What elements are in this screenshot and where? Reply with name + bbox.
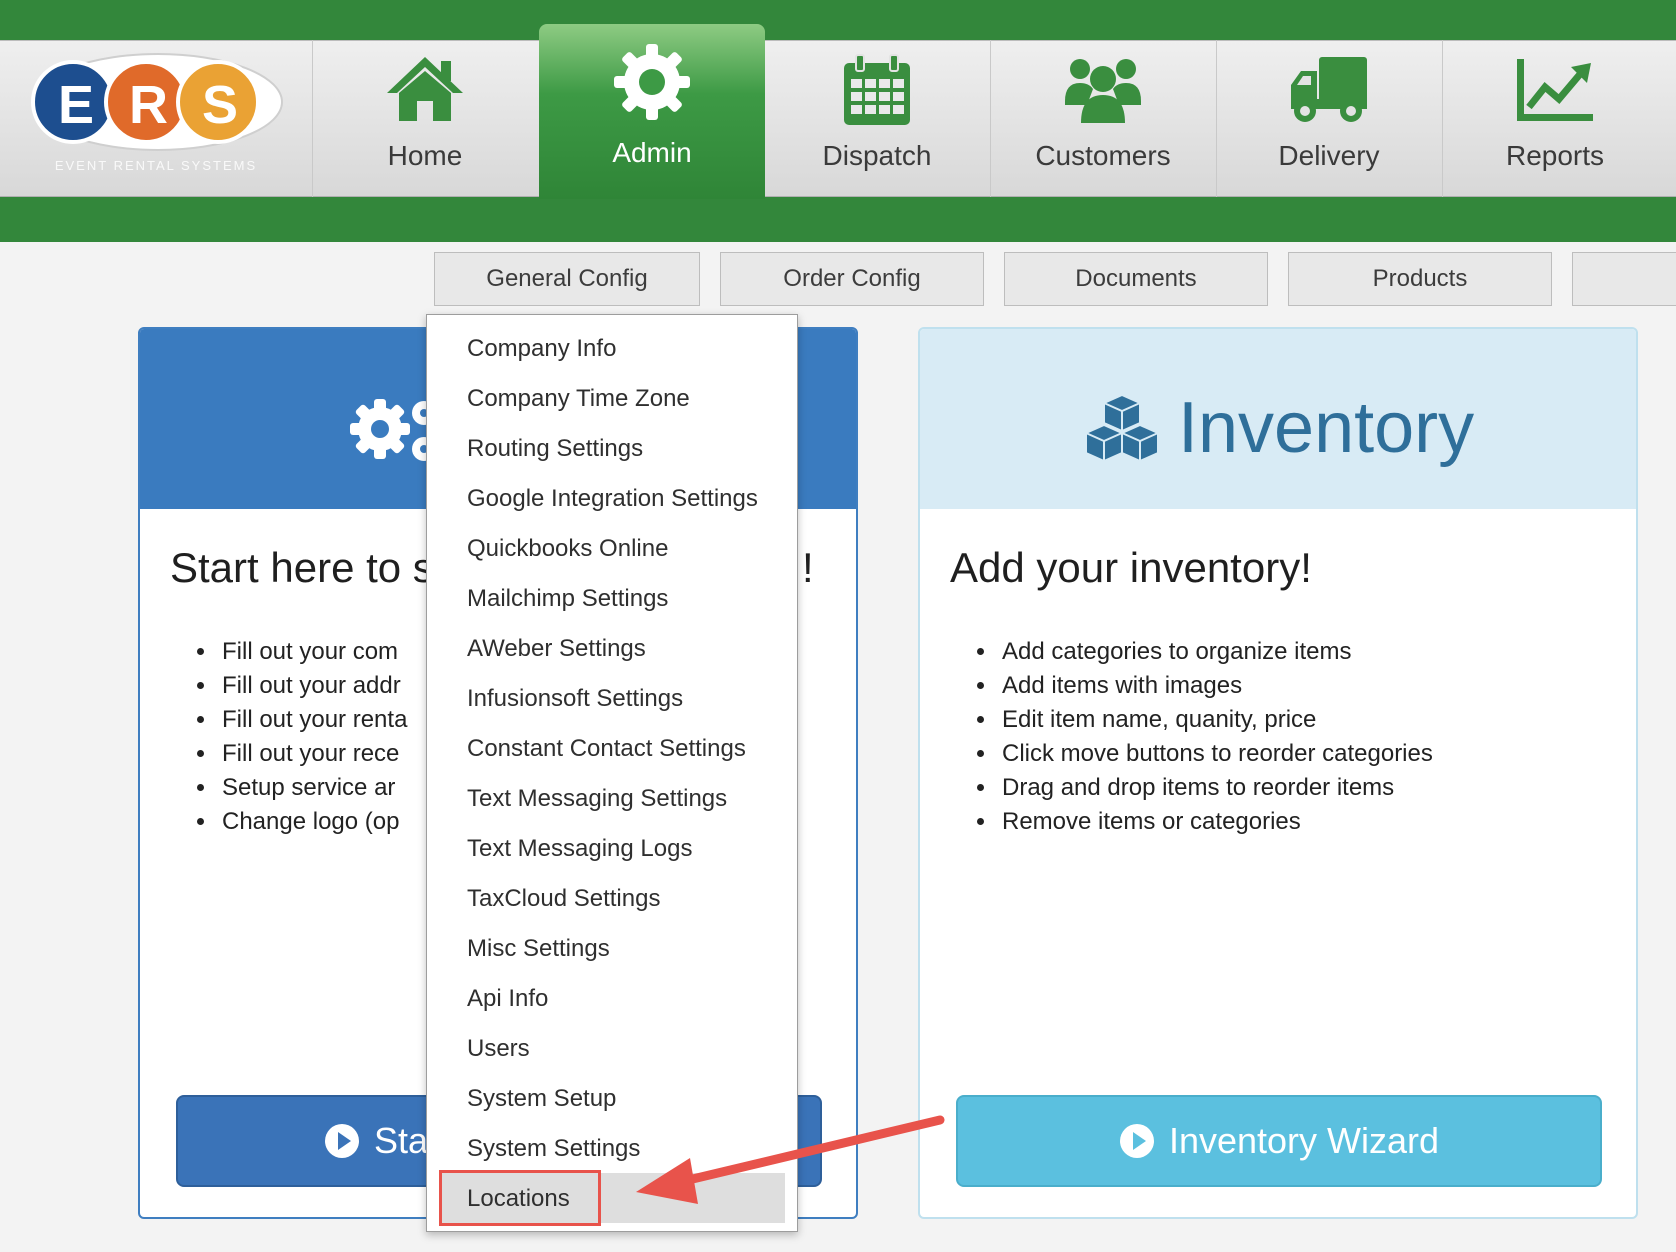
menu-item-system-settings[interactable]: System Settings — [467, 1135, 640, 1163]
setup-wizard-button-label: Sta — [374, 1120, 429, 1161]
truck-icon — [1216, 50, 1442, 130]
menu-item-infusionsoft-settings[interactable]: Infusionsoft Settings — [467, 685, 683, 713]
list-item: Add items with images — [998, 669, 1433, 703]
list-item: Setup service ar — [218, 771, 407, 805]
logo-letter-s: S — [202, 75, 239, 135]
list-item: Fill out your addr — [218, 669, 407, 703]
nav-customers[interactable]: Customers — [990, 40, 1216, 197]
nav-reports[interactable]: Reports — [1442, 40, 1668, 197]
nav-home[interactable]: Home — [312, 40, 538, 197]
calendar-icon — [764, 50, 990, 130]
nav-admin[interactable]: Admin — [539, 24, 765, 199]
logo-letter-e: E — [58, 75, 95, 135]
gear-icon — [539, 42, 765, 122]
subtab-more[interactable] — [1572, 252, 1676, 306]
list-item: Remove items or categories — [998, 805, 1433, 839]
nav-dispatch[interactable]: Dispatch — [764, 40, 990, 197]
subtab-general-config[interactable]: General Config — [434, 252, 700, 306]
nav-dispatch-label: Dispatch — [822, 140, 932, 171]
cubes-icon — [1084, 393, 1160, 466]
logo-letter-r: R — [129, 75, 168, 135]
nav-delivery[interactable]: Delivery — [1216, 40, 1442, 197]
list-item: Click move buttons to reorder categories — [998, 737, 1433, 771]
inventory-wizard-button-label: Inventory Wizard — [1168, 1120, 1440, 1161]
nav-reports-label: Reports — [1505, 140, 1605, 171]
line-chart-icon — [1442, 50, 1668, 130]
setup-card-title: Start here to s — [170, 544, 434, 591]
menu-item-company-time-zone[interactable]: Company Time Zone — [467, 385, 690, 413]
setup-card-title-end: ! — [802, 544, 814, 591]
menu-item-text-messaging-settings[interactable]: Text Messaging Settings — [467, 785, 727, 813]
menu-item-system-setup[interactable]: System Setup — [467, 1085, 616, 1113]
list-item: Edit item name, quanity, price — [998, 703, 1433, 737]
inventory-card-title: Add your inventory! — [950, 544, 1312, 591]
list-item: Fill out your com — [218, 635, 407, 669]
nav-admin-label: Admin — [612, 137, 692, 168]
menu-item-misc-settings[interactable]: Misc Settings — [467, 935, 610, 963]
gears-icon — [348, 391, 438, 476]
list-item: Change logo (op — [218, 805, 407, 839]
inventory-card-header: Inventory — [920, 329, 1636, 509]
list-item: Fill out your renta — [218, 703, 407, 737]
subtab-order-config[interactable]: Order Config — [720, 252, 984, 306]
menu-item-aweber-settings[interactable]: AWeber Settings — [467, 635, 646, 663]
list-item: Add categories to organize items — [998, 635, 1433, 669]
setup-bullet-list: Fill out your com Fill out your addr Fil… — [218, 635, 407, 839]
inventory-bullet-list: Add categories to organize items Add ite… — [998, 635, 1433, 839]
menu-item-users[interactable]: Users — [467, 1035, 530, 1063]
menu-item-text-messaging-logs[interactable]: Text Messaging Logs — [467, 835, 692, 863]
menu-item-constant-contact-settings[interactable]: Constant Contact Settings — [467, 735, 746, 763]
general-config-dropdown: Company Info Company Time Zone Routing S… — [426, 314, 798, 1232]
list-item: Fill out your rece — [218, 737, 407, 771]
subtab-products[interactable]: Products — [1288, 252, 1552, 306]
menu-item-quickbooks-online[interactable]: Quickbooks Online — [467, 535, 668, 563]
home-icon — [312, 50, 538, 130]
locations-highlight-box — [439, 1170, 601, 1226]
nav-home-label: Home — [387, 140, 463, 171]
inventory-card: Inventory Add your inventory! Add catego… — [918, 327, 1638, 1219]
users-icon — [990, 50, 1216, 130]
menu-item-company-info[interactable]: Company Info — [467, 335, 616, 363]
nav-delivery-label: Delivery — [1278, 140, 1380, 171]
menu-item-routing-settings[interactable]: Routing Settings — [467, 435, 643, 463]
menu-item-mailchimp-settings[interactable]: Mailchimp Settings — [467, 585, 668, 613]
nav-customers-label: Customers — [1035, 140, 1171, 171]
menu-item-google-integration-settings[interactable]: Google Integration Settings — [467, 485, 758, 513]
list-item: Drag and drop items to reorder items — [998, 771, 1433, 805]
play-circle-icon — [325, 1124, 359, 1158]
play-circle-icon — [1119, 1124, 1154, 1158]
logo-tagline: EVENT RENTAL SYSTEMS — [54, 158, 258, 173]
inventory-wizard-button[interactable]: Inventory Wizard — [956, 1095, 1602, 1187]
menu-item-taxcloud-settings[interactable]: TaxCloud Settings — [467, 885, 660, 913]
menu-item-api-info[interactable]: Api Info — [467, 985, 548, 1013]
inventory-header-title: Inventory — [1178, 388, 1475, 468]
subtab-documents[interactable]: Documents — [1004, 252, 1268, 306]
